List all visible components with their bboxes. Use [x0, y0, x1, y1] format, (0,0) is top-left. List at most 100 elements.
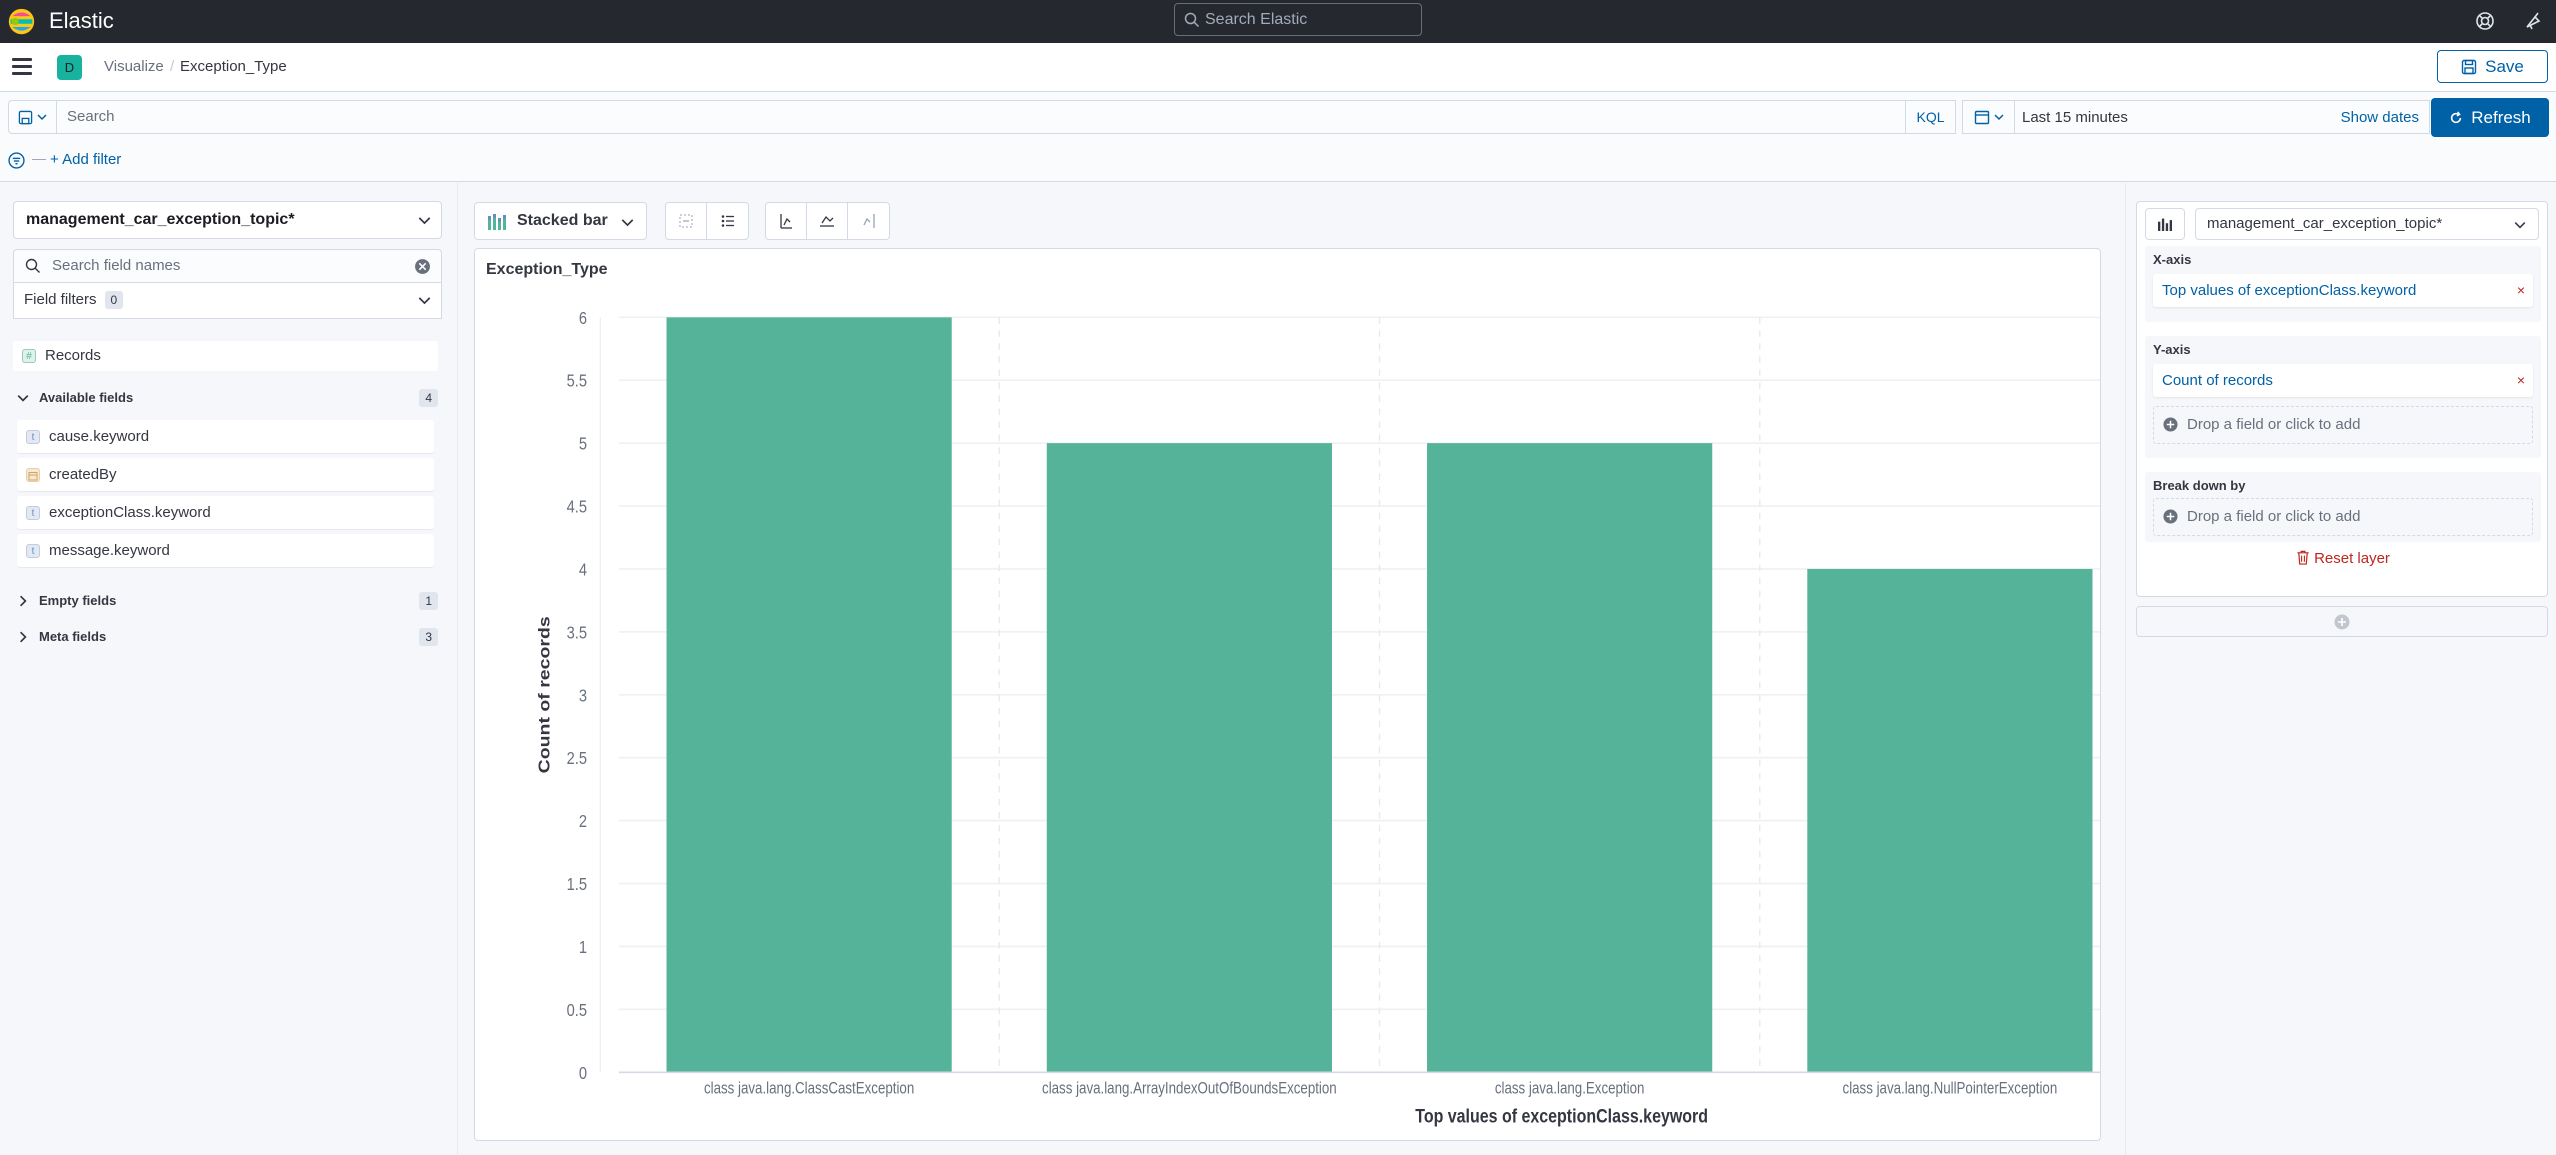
saved-query-button[interactable]	[8, 100, 56, 134]
index-pattern-select[interactable]: management_car_exception_topic*	[13, 201, 442, 239]
time-range-label[interactable]: Last 15 minutes	[2022, 109, 2128, 126]
field-item[interactable]: createdBy	[17, 458, 434, 491]
breadcrumb-visualize[interactable]: Visualize	[104, 58, 164, 75]
list-icon	[721, 215, 734, 227]
number-token-icon: #	[22, 349, 36, 363]
help-icon[interactable]	[2473, 9, 2497, 33]
add-filter-button[interactable]: + Add filter	[50, 151, 121, 168]
meta-fields-toggle[interactable]: Meta fields 3	[13, 627, 438, 647]
bar-chart-icon	[2158, 218, 2172, 231]
available-fields-toggle[interactable]: Available fields 4	[13, 388, 438, 408]
remove-x-axis-icon[interactable]: ×	[2517, 274, 2525, 307]
y-tick-label: 2.5	[567, 749, 587, 769]
search-icon	[1184, 12, 1200, 28]
empty-fields-toggle[interactable]: Empty fields 1	[13, 591, 438, 611]
refresh-label: Refresh	[2471, 107, 2531, 127]
date-picker[interactable]: Last 15 minutes Show dates	[1962, 100, 2430, 134]
y-tick-label: 5.5	[567, 371, 587, 391]
show-dates-link[interactable]: Show dates	[2341, 109, 2419, 126]
empty-fields-label: Empty fields	[39, 593, 117, 608]
x-tick-label: class java.lang.Exception	[1495, 1080, 1645, 1098]
breadcrumb-bar: D Visualize / Exception_Type Save	[0, 43, 2556, 92]
refresh-button[interactable]: Refresh	[2431, 98, 2549, 137]
left-axis-button[interactable]	[766, 203, 807, 239]
y-axis-add-field[interactable]: Drop a field or click to add	[2153, 406, 2533, 444]
filter-divider: —	[32, 150, 46, 166]
clear-icon[interactable]	[414, 258, 431, 275]
chart-panel: Exception_Type 0 0.5 1 1.5 2 2.5 3 3.5 4 4.5 5 5.5 6…	[474, 248, 2101, 1141]
chart-options-group	[665, 202, 749, 240]
x-axis-title: Top values of exceptionClass.keyword	[1415, 1105, 1708, 1127]
field-search-input[interactable]: Search field names	[13, 249, 442, 283]
remove-y-axis-icon[interactable]: ×	[2517, 364, 2525, 397]
kql-toggle[interactable]: KQL	[1906, 100, 1956, 134]
filter-icon[interactable]	[8, 152, 25, 169]
y-axis-title: Count of records	[535, 616, 553, 773]
records-field[interactable]: # Records	[13, 341, 438, 371]
field-search-placeholder: Search field names	[52, 257, 181, 274]
chevron-down-icon	[418, 217, 431, 225]
global-header: Elastic Search Elastic	[0, 0, 2556, 43]
bar[interactable]	[666, 317, 952, 1073]
save-button[interactable]: Save	[2437, 50, 2548, 83]
chevron-down-icon	[2514, 222, 2526, 229]
index-pattern-label: management_car_exception_topic*	[26, 211, 295, 228]
y-tick-label: 2	[579, 812, 587, 832]
save-icon	[18, 110, 33, 124]
menu-icon[interactable]	[12, 58, 32, 76]
meta-fields-count: 3	[419, 628, 438, 646]
y-tick-label: 6	[579, 309, 587, 329]
workspace: Stacked bar Exception_Type 0 0.5 1 1.5 2 2.5 3…	[459, 183, 2125, 1155]
bar[interactable]	[1046, 443, 1332, 1073]
y-tick-label: 3	[579, 686, 587, 706]
date-token-icon	[26, 468, 40, 482]
break-down-add-field[interactable]: Drop a field or click to add	[2153, 498, 2533, 536]
field-item[interactable]: t cause.keyword	[17, 420, 434, 453]
right-axis-icon	[862, 214, 875, 228]
y-tick-label: 5	[579, 434, 587, 454]
y-axis-section: Y-axis Count of records × Drop a field o…	[2145, 336, 2541, 458]
quick-date-button[interactable]	[1963, 101, 2015, 133]
right-axis-button[interactable]	[848, 203, 889, 239]
y-tick-label: 1	[579, 938, 587, 958]
y-axis-add-label: Drop a field or click to add	[2187, 416, 2361, 433]
reset-layer-button[interactable]: Reset layer	[2137, 550, 2549, 567]
layer-type-button[interactable]	[2145, 208, 2185, 240]
y-axis-label: Y-axis	[2153, 342, 2191, 357]
bar-chart[interactable]: 0 0.5 1 1.5 2 2.5 3 3.5 4 4.5 5 5.5 6 class java.lang…	[475, 249, 2100, 1140]
elastic-logo-icon[interactable]	[7, 7, 36, 36]
query-input[interactable]: Search	[56, 100, 1906, 134]
plus-circle-icon	[2163, 509, 2178, 524]
field-filters-label: Field filters	[24, 291, 97, 308]
newsfeed-icon[interactable]	[2521, 9, 2545, 33]
y-tick-label: 0.5	[567, 1001, 587, 1021]
string-token-icon: t	[26, 544, 40, 558]
chart-type-select[interactable]: Stacked bar	[474, 202, 647, 240]
chevron-right-icon	[20, 631, 27, 643]
save-label: Save	[2485, 56, 2524, 76]
layer-index-label: management_car_exception_topic*	[2207, 215, 2443, 232]
y-axis-dimension[interactable]: Count of records ×	[2153, 364, 2533, 397]
bottom-axis-button[interactable]	[807, 203, 848, 239]
break-down-section: Break down by Drop a field or click to a…	[2145, 472, 2541, 542]
global-search-input[interactable]: Search Elastic	[1174, 3, 1422, 36]
bar[interactable]	[1427, 443, 1713, 1073]
x-tick-label: class java.lang.NullPointerException	[1843, 1080, 2058, 1098]
trash-icon	[2297, 550, 2309, 565]
field-item[interactable]: t exceptionClass.keyword	[17, 496, 434, 529]
field-filters-toggle[interactable]: Field filters 0	[13, 283, 442, 319]
add-layer-button[interactable]	[2136, 606, 2548, 637]
space-avatar[interactable]: D	[57, 55, 82, 80]
available-fields-label: Available fields	[39, 390, 134, 405]
chevron-down-icon	[37, 114, 47, 121]
layer-index-select[interactable]: management_car_exception_topic*	[2195, 208, 2539, 240]
value-labels-button[interactable]	[666, 203, 707, 239]
y-tick-label: 4.5	[567, 497, 587, 517]
y-tick-label: 4	[579, 560, 587, 580]
bar[interactable]	[1807, 568, 2093, 1073]
plus-circle-icon	[2163, 417, 2178, 432]
x-axis-dimension[interactable]: Top values of exceptionClass.keyword ×	[2153, 274, 2533, 307]
legend-button[interactable]	[707, 203, 748, 239]
brand-title[interactable]: Elastic	[49, 6, 114, 36]
field-item[interactable]: t message.keyword	[17, 534, 434, 567]
